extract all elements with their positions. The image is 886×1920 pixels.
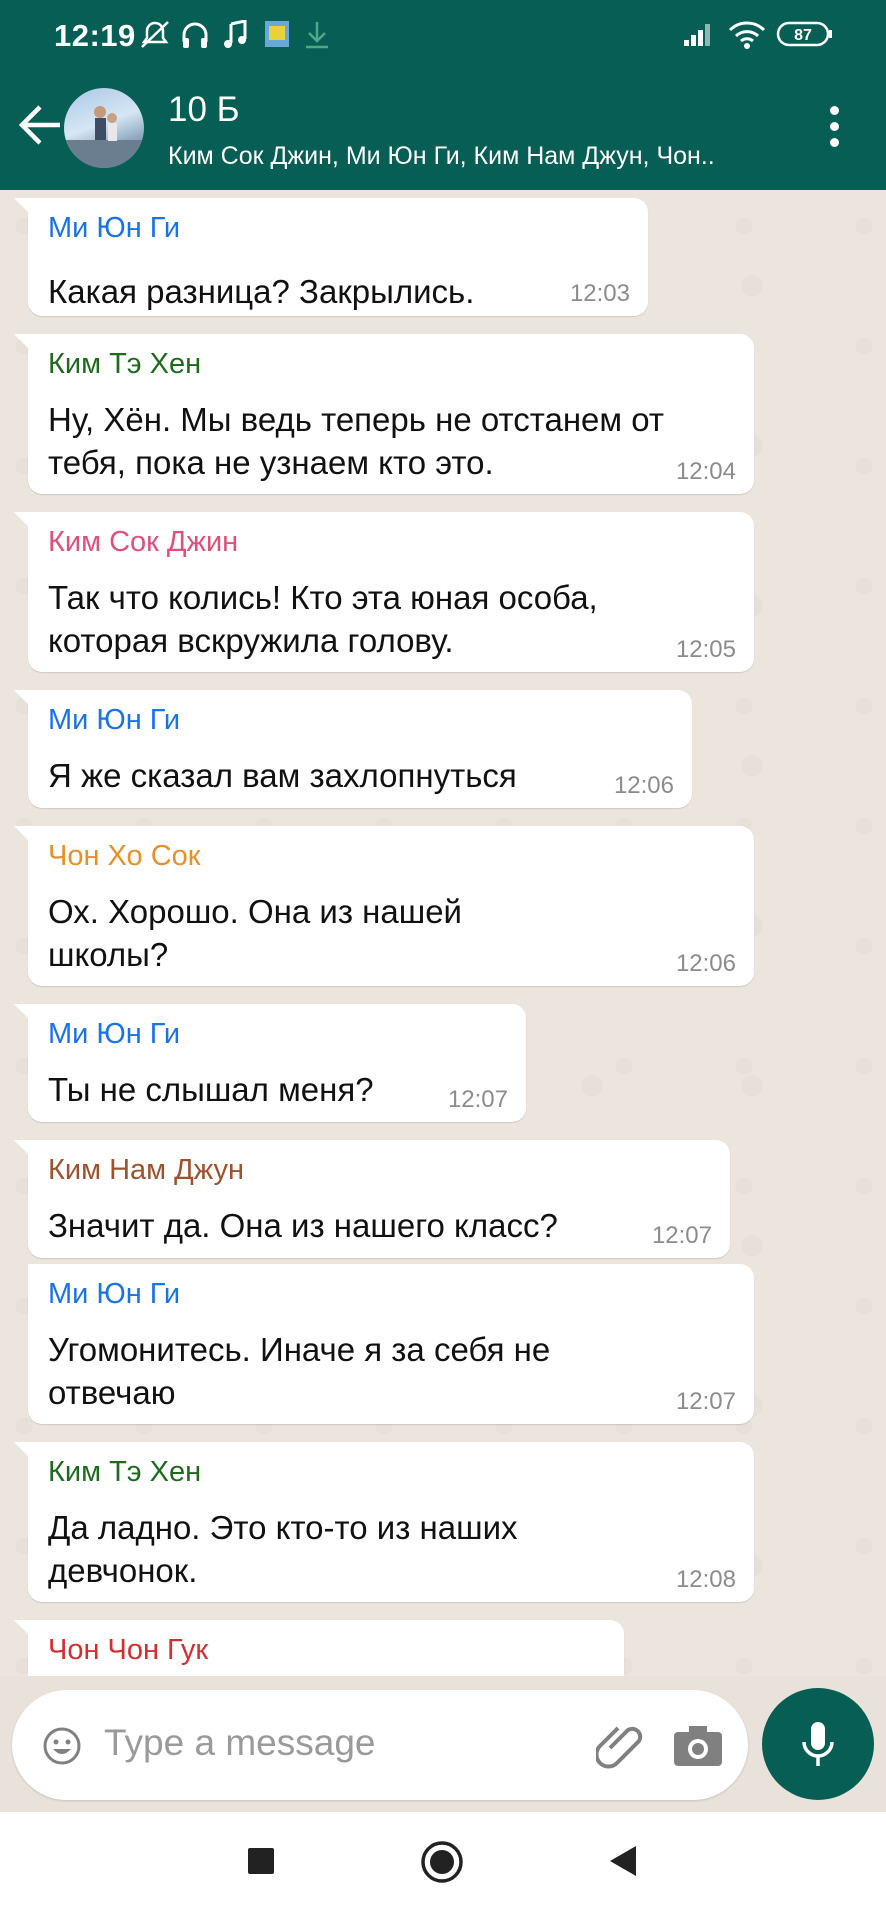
message-text: Какая разница? Закрылись. (48, 273, 475, 310)
recents-square-icon[interactable] (246, 1846, 276, 1876)
back-triangle-icon[interactable] (608, 1844, 638, 1878)
message-text: Ну, Хён. Мы ведь теперь не отстанем от (48, 401, 664, 438)
message-sender: Ми Юн Ги (48, 1278, 181, 1310)
message-time: 12:06 (675, 950, 736, 977)
signal-icon (684, 24, 710, 46)
status-bar: 12:19 87 (0, 0, 886, 66)
message-bubble[interactable]: Ми Юн Ги Угомонитесь. Иначе я за себя не… (28, 1264, 754, 1424)
status-time: 12:19 (54, 18, 136, 53)
message-text: Значит да. Она из нашего класс? (48, 1207, 558, 1244)
paperclip-icon[interactable] (596, 1722, 648, 1774)
message-text: тебя, пока не узнаем кто это. (48, 444, 494, 481)
mute-icon (141, 21, 169, 48)
message-bubble[interactable]: Ким Тэ Хен Да ладно. Это кто-то из наших… (14, 1442, 754, 1602)
message-time: 12:08 (675, 1566, 736, 1593)
message-input[interactable]: Type a message (104, 1722, 375, 1764)
home-circle-icon[interactable] (420, 1840, 464, 1884)
message-bubble[interactable]: Ким Тэ Хен Ну, Хён. Мы ведь теперь не от… (14, 334, 754, 494)
message-bubble[interactable]: Ми Юн Ги Я же сказал вам захлопнуться 12… (14, 690, 692, 808)
message-time: 12:04 (675, 458, 736, 485)
system-nav-bar (0, 1812, 886, 1920)
message-time: 12:07 (675, 1388, 736, 1415)
battery-level: 87 (794, 27, 812, 44)
message-sender: Ким Нам Джун (48, 1154, 245, 1186)
wifi-icon (728, 21, 766, 49)
message-time: 12:07 (447, 1086, 508, 1113)
message-sender: Чон Хо Сок (48, 840, 201, 872)
emoji-icon[interactable] (42, 1726, 82, 1766)
message-list[interactable]: Ми Юн Ги Какая разница? Закрылись. 12:03… (0, 190, 886, 1676)
message-bubble[interactable]: Чон Чон Гук (14, 1620, 624, 1676)
microphone-button[interactable] (762, 1688, 874, 1800)
app-icon (265, 21, 289, 47)
message-text: Ох. Хорошо. Она из нашей (48, 893, 462, 930)
message-sender: Ким Сок Джин (48, 526, 239, 558)
headphones-icon (182, 22, 208, 48)
chat-title[interactable]: 10 Б (168, 90, 240, 130)
battery-icon: 87 (776, 21, 832, 47)
message-bubble[interactable]: Ким Нам Джун Значит да. Она из нашего кл… (14, 1140, 730, 1258)
microphone-icon (802, 1722, 834, 1766)
more-vert-icon[interactable] (822, 102, 846, 152)
message-sender: Чон Чон Гук (48, 1634, 209, 1666)
message-text: отвечаю (48, 1374, 176, 1411)
message-text: Я же сказал вам захлопнуться (48, 757, 517, 794)
message-sender: Ким Тэ Хен (48, 1456, 202, 1488)
message-text: школы? (48, 936, 169, 973)
message-text: Угомонитесь. Иначе я за себя не (48, 1331, 551, 1368)
message-composer[interactable]: Type a message (12, 1690, 748, 1800)
message-sender: Ми Юн Ги (48, 1018, 181, 1050)
chat-members[interactable]: Ким Сок Джин, Ми Юн Ги, Ким Нам Джун, Чо… (168, 142, 778, 171)
message-time: 12:06 (613, 772, 674, 799)
message-text: Да ладно. Это кто-то из наших (48, 1509, 518, 1546)
message-text: девчонок. (48, 1552, 198, 1589)
message-bubble[interactable]: Чон Хо Сок Ох. Хорошо. Она из нашей школ… (14, 826, 754, 986)
group-avatar[interactable] (64, 88, 144, 168)
message-text: Ты не слышал меня? (48, 1071, 374, 1108)
message-sender: Ми Юн Ги (48, 212, 181, 244)
message-sender: Ми Юн Ги (48, 704, 181, 736)
message-bubble[interactable]: Ми Юн Ги Какая разница? Закрылись. 12:03 (14, 198, 648, 316)
message-sender: Ким Тэ Хен (48, 348, 202, 380)
message-text: которая вскружила голову. (48, 622, 454, 659)
avatar-image (64, 106, 144, 168)
message-time: 12:07 (651, 1222, 712, 1249)
download-icon (306, 22, 328, 49)
camera-icon[interactable] (672, 1724, 724, 1768)
message-time: 12:05 (675, 636, 736, 663)
message-bubble[interactable]: Ми Юн Ги Ты не слышал меня? 12:07 (14, 1004, 526, 1122)
message-time: 12:03 (569, 280, 630, 307)
message-text: Так что колись! Кто эта юная особа, (48, 579, 598, 616)
back-arrow-icon[interactable] (18, 102, 64, 148)
chat-header: 10 Б Ким Сок Джин, Ми Юн Ги, Ким Нам Джу… (0, 66, 886, 190)
message-bubble[interactable]: Ким Сок Джин Так что колись! Кто эта юна… (14, 512, 754, 672)
music-note-icon (224, 20, 247, 48)
